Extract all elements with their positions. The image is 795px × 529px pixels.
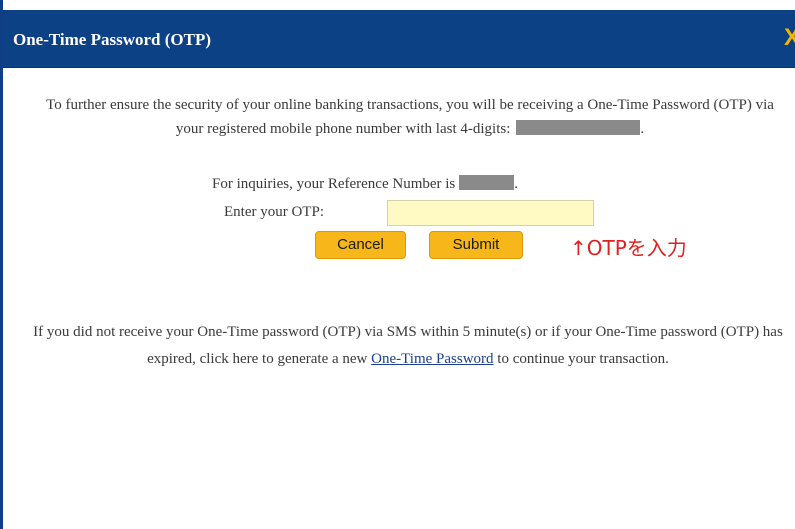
submit-button[interactable]: Submit [429, 231, 523, 259]
intro-message: To further ensure the security of your o… [46, 97, 774, 137]
otp-label: Enter your OTP: [224, 204, 324, 220]
intro-suffix: . [640, 121, 645, 137]
generate-otp-link[interactable]: One-Time Password [371, 351, 493, 367]
reference-label: For inquiries, your Reference Number is [212, 176, 456, 192]
reference-suffix: . [514, 176, 519, 192]
dialog-title: One-Time Password (OTP) [13, 30, 212, 49]
otp-input[interactable] [387, 200, 594, 226]
cancel-button[interactable]: Cancel [315, 231, 406, 259]
close-icon[interactable]: X [784, 24, 795, 52]
resend-text-after: to continue your transaction. [497, 351, 669, 367]
redacted-reference-number [459, 175, 515, 190]
resend-note: If you did not receive your One-Time pas… [23, 319, 793, 373]
otp-annotation: ↑OTPを入力 [570, 236, 687, 260]
intro-text: To further ensure the security of your o… [35, 93, 785, 141]
redacted-phone-digits [516, 120, 641, 135]
dialog-titlebar: One-Time Password (OTP) X [3, 10, 795, 68]
reference-line: For inquiries, your Reference Number is. [212, 175, 518, 193]
otp-dialog: One-Time Password (OTP) X To further ens… [0, 0, 795, 529]
